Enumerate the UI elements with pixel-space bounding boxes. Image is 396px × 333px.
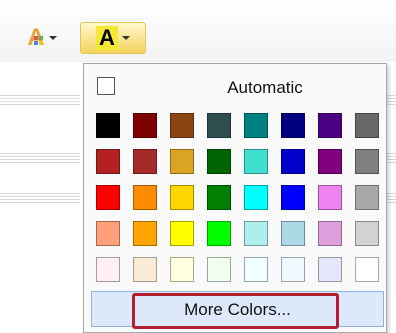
color-swatch[interactable]	[355, 149, 379, 174]
color-swatch[interactable]	[133, 185, 157, 210]
text-highlight-color-icon: A	[96, 26, 118, 50]
color-swatch[interactable]	[244, 257, 268, 282]
color-swatch[interactable]	[133, 221, 157, 246]
more-colors-button[interactable]: More Colors...	[91, 291, 384, 329]
color-swatch-grid	[96, 113, 380, 282]
color-swatch[interactable]	[96, 185, 120, 210]
color-swatch[interactable]	[355, 257, 379, 282]
color-swatch[interactable]	[281, 257, 305, 282]
color-swatch[interactable]	[170, 257, 194, 282]
color-swatch[interactable]	[244, 185, 268, 210]
document-background	[0, 153, 80, 165]
color-swatch[interactable]	[355, 113, 379, 138]
color-swatch[interactable]	[244, 113, 268, 138]
color-swatch[interactable]	[170, 185, 194, 210]
color-swatch[interactable]	[207, 257, 231, 282]
document-background	[0, 95, 80, 107]
automatic-option[interactable]: Automatic	[84, 74, 386, 100]
color-swatch[interactable]	[355, 185, 379, 210]
color-swatch[interactable]	[170, 113, 194, 138]
color-swatch[interactable]	[207, 149, 231, 174]
color-swatch[interactable]	[281, 149, 305, 174]
color-swatch[interactable]	[133, 149, 157, 174]
color-swatch[interactable]	[318, 257, 342, 282]
color-swatch[interactable]	[318, 185, 342, 210]
color-dots-icon	[34, 36, 48, 48]
color-swatch[interactable]	[318, 221, 342, 246]
color-swatch[interactable]	[96, 149, 120, 174]
chevron-down-icon[interactable]	[48, 36, 57, 40]
color-swatch[interactable]	[244, 221, 268, 246]
color-swatch[interactable]	[207, 113, 231, 138]
color-swatch[interactable]	[281, 185, 305, 210]
color-swatch[interactable]	[244, 149, 268, 174]
automatic-label: Automatic	[227, 78, 303, 97]
color-swatch[interactable]	[281, 221, 305, 246]
color-swatch[interactable]	[133, 113, 157, 138]
color-swatch[interactable]	[207, 221, 231, 246]
color-swatch[interactable]	[318, 113, 342, 138]
color-swatch[interactable]	[207, 185, 231, 210]
color-swatch[interactable]	[133, 257, 157, 282]
font-color-button[interactable]: A	[12, 22, 72, 54]
more-colors-label: More Colors...	[184, 300, 291, 319]
color-swatch[interactable]	[318, 149, 342, 174]
automatic-swatch[interactable]	[97, 77, 115, 95]
color-swatch[interactable]	[355, 221, 379, 246]
color-swatch[interactable]	[281, 113, 305, 138]
text-highlight-color-button[interactable]: A	[80, 22, 146, 54]
color-swatch[interactable]	[96, 221, 120, 246]
color-picker-menu: Automatic More Colors...	[83, 63, 387, 333]
chevron-down-icon[interactable]	[121, 36, 130, 40]
color-swatch[interactable]	[96, 257, 120, 282]
document-background	[0, 193, 80, 205]
color-swatch[interactable]	[170, 149, 194, 174]
color-swatch[interactable]	[170, 221, 194, 246]
color-swatch[interactable]	[96, 113, 120, 138]
